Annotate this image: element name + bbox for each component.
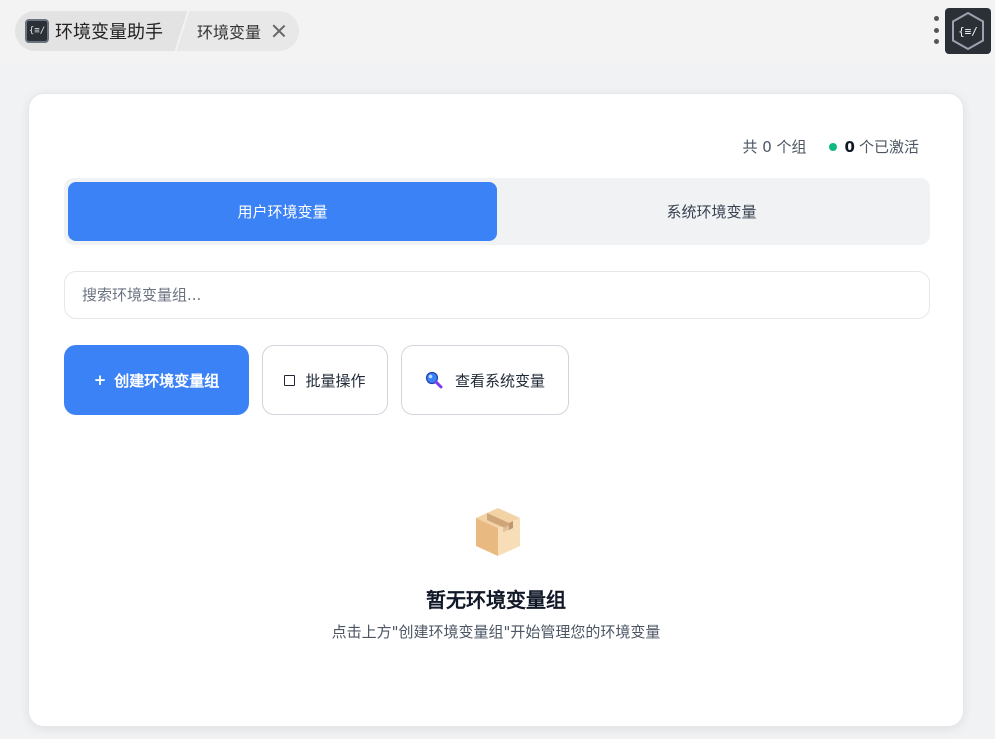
app-logo-hex-text: {≡/ (958, 25, 978, 38)
search-input[interactable] (64, 271, 930, 319)
tab-env-vars[interactable]: 环境变量 (175, 11, 300, 51)
app-logo-hex-icon: {≡/ (952, 11, 984, 51)
view-system-vars-label: 查看系统变量 (454, 371, 545, 390)
breadcrumb-tabs: {≡/ 环境变量助手 环境变量 (15, 11, 300, 51)
active-suffix: 个已激活 (858, 138, 919, 156)
app-logo-icon: {≡/ (25, 19, 49, 43)
active-count: 0 (844, 137, 855, 156)
app-avatar-logo[interactable]: {≡/ (945, 8, 991, 54)
tab-app-home-label: 环境变量助手 (55, 22, 163, 43)
create-group-label: 创建环境变量组 (114, 371, 220, 390)
app-logo-text: {≡/ (28, 26, 46, 36)
batch-operation-button[interactable]: 批量操作 (262, 345, 388, 415)
group-count-text: 共 0 个组 (742, 138, 807, 156)
create-group-button[interactable]: + 创建环境变量组 (64, 345, 249, 415)
main-card: 共 0 个组 0 个已激活 用户环境变量 系统环境变量 + 创建环境变量组 批量… (28, 93, 964, 727)
more-vertical-icon[interactable] (930, 16, 942, 44)
empty-state-title: 暂无环境变量组 (426, 588, 566, 612)
close-icon[interactable] (271, 23, 287, 39)
plus-icon: + (93, 371, 107, 389)
magnifier-icon (425, 371, 443, 389)
checkbox-icon (284, 374, 296, 386)
action-toolbar: + 创建环境变量组 批量操作 查看系统变量 (64, 345, 582, 415)
tab-app-home[interactable]: {≡/ 环境变量助手 (15, 11, 171, 51)
tab-user-env-vars[interactable]: 用户环境变量 (68, 182, 497, 241)
variable-scope-tabs: 用户环境变量 系统环境变量 (64, 178, 930, 245)
empty-state-description: 点击上方"创建环境变量组"开始管理您的环境变量 (331, 623, 661, 641)
batch-operation-label: 批量操作 (305, 371, 366, 390)
tab-env-vars-label: 环境变量 (197, 23, 262, 42)
tab-system-env-vars[interactable]: 系统环境变量 (497, 182, 926, 241)
active-status-dot (828, 142, 837, 151)
view-system-vars-button[interactable]: 查看系统变量 (401, 345, 569, 415)
package-box-icon (476, 508, 520, 556)
title-bar: {≡/ 环境变量助手 环境变量 {≡/ (0, 0, 995, 64)
stats-summary: 共 0 个组 0 个已激活 (742, 136, 919, 157)
